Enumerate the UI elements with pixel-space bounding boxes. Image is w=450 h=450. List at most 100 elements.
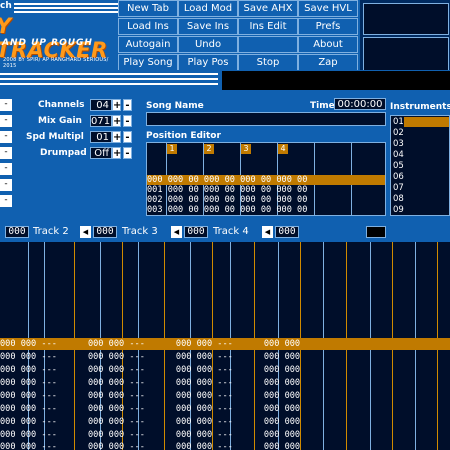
drumpad-minus-button[interactable]: - <box>123 147 132 159</box>
stop-button[interactable]: Stop <box>238 54 298 71</box>
pattern-row[interactable]: 000 000 --- 000 000 --- 000 000 --- 000 … <box>0 403 450 415</box>
track-marker[interactable]: 2 <box>204 144 214 154</box>
position-editor[interactable]: 1 2 3 4 000 000 00 000 00 000 00 000 00 … <box>146 142 386 216</box>
ins-edit-button[interactable]: Ins Edit <box>238 18 298 35</box>
drumpad-value: Off <box>90 147 112 159</box>
track-3-mute-icon[interactable]: ◀ <box>80 226 91 238</box>
save-ahx-button[interactable]: Save AHX <box>238 0 298 17</box>
song-name-label: Song Name <box>146 101 204 111</box>
time-display: 00:00:00 <box>334 98 386 110</box>
song-name-input[interactable] <box>146 112 386 126</box>
instruments-label: Instruments <box>390 102 450 112</box>
track-4-number[interactable]: 000 <box>275 226 299 238</box>
instrument-item[interactable]: 08 <box>393 194 404 204</box>
pattern-row[interactable]: 000 000 --- 000 000 --- 000 000 --- 000 … <box>0 390 450 402</box>
load-ins-button[interactable]: Load Ins <box>118 18 178 35</box>
left-control-stub[interactable]: - <box>0 163 12 175</box>
mix-gain-plus-button[interactable]: + <box>112 115 121 127</box>
track-marker[interactable]: 4 <box>278 144 288 154</box>
instruments-panel: Instruments 01 02 03 04 05 06 07 08 09 <box>388 92 450 220</box>
instrument-item[interactable]: 09 <box>393 205 404 215</box>
scope-panel <box>360 0 450 72</box>
pattern-row[interactable]: 000 000 --- 000 000 --- 000 000 --- 000 … <box>0 377 450 389</box>
mix-gain-minus-button[interactable]: - <box>123 115 132 127</box>
instrument-item[interactable]: 06 <box>393 172 404 182</box>
speed-multiplier-plus-button[interactable]: + <box>112 131 121 143</box>
logo-credits: 2008 BY SPIR/ AP RANGHARD SERIOUS/ 2015 <box>3 57 109 69</box>
instrument-list[interactable]: 01 02 03 04 05 06 07 08 09 <box>390 115 450 216</box>
logo-subtitle: AND UP ROUGH <box>2 38 93 48</box>
pattern-row[interactable]: 000 000 --- 000 000 --- 000 000 --- 000 … <box>0 416 450 428</box>
left-control-stub[interactable]: - <box>0 99 12 111</box>
track-marker[interactable]: 3 <box>241 144 251 154</box>
pattern-row[interactable]: 000 000 --- 000 000 --- 000 000 --- 000 … <box>0 351 450 363</box>
zap-button[interactable]: Zap <box>298 54 358 71</box>
channels-label: Channels <box>38 100 85 110</box>
position-editor-label: Position Editor <box>146 131 221 141</box>
track-header-bar: 000 Track 2 ◀ 000 Track 3 ◀ 000 Track 4 … <box>0 222 450 242</box>
separator-band <box>0 70 450 92</box>
undo-button[interactable]: Undo <box>178 36 238 53</box>
instrument-item[interactable]: 05 <box>393 161 404 171</box>
left-control-stub[interactable]: - <box>0 131 12 143</box>
record-indicator <box>366 226 386 238</box>
channels-minus-button[interactable]: - <box>123 99 132 111</box>
speed-multiplier-minus-button[interactable]: - <box>123 131 132 143</box>
pattern-editor[interactable]: 000 000 --- 000 000 --- 000 000 --- 000 … <box>0 242 450 450</box>
logo-stripe <box>14 11 118 13</box>
logo-stripe <box>14 7 118 9</box>
status-bar <box>222 71 450 90</box>
left-control-stub[interactable]: - <box>0 195 12 207</box>
empty-button[interactable] <box>238 36 298 53</box>
track-1-number[interactable]: 000 <box>5 226 29 238</box>
logo-stripe <box>14 3 118 5</box>
autogain-button[interactable]: Autogain <box>118 36 178 53</box>
prefs-button[interactable]: Prefs <box>298 18 358 35</box>
instrument-item[interactable]: 02 <box>393 128 404 138</box>
position-row[interactable]: 001 000 00 000 00 000 00 000 00 <box>147 185 385 195</box>
pattern-row-current[interactable]: 000 000 --- 000 000 --- 000 000 --- 000 … <box>0 338 450 350</box>
track-3-number[interactable]: 000 <box>184 226 208 238</box>
instrument-item[interactable]: 07 <box>393 183 404 193</box>
load-mod-button[interactable]: Load Mod <box>178 0 238 17</box>
track-4-mute-icon[interactable]: ◀ <box>171 226 182 238</box>
left-control-stub[interactable]: - <box>0 115 12 127</box>
track-2-name: Track 2 <box>33 226 69 237</box>
band-stripe <box>0 78 218 80</box>
channels-plus-button[interactable]: + <box>112 99 121 111</box>
about-button[interactable]: About <box>298 36 358 53</box>
band-stripe <box>0 73 218 75</box>
left-control-stub[interactable]: - <box>0 179 12 191</box>
play-pos-button[interactable]: Play Pos <box>178 54 238 71</box>
speed-multiplier-label: Spd Multipl <box>26 132 84 142</box>
pattern-row[interactable]: 000 000 --- 000 000 --- 000 000 --- 000 … <box>0 429 450 441</box>
drumpad-plus-button[interactable]: + <box>112 147 121 159</box>
instrument-selection-highlight <box>404 117 449 127</box>
logo-corner-text: ch <box>0 1 12 11</box>
track-4-name: Track 4 <box>213 226 249 237</box>
position-row[interactable]: 002 000 00 000 00 000 00 000 00 <box>147 195 385 205</box>
save-ins-button[interactable]: Save Ins <box>178 18 238 35</box>
pattern-row[interactable]: 000 000 --- 000 000 --- 000 000 --- 000 … <box>0 364 450 376</box>
left-control-stub[interactable]: - <box>0 147 12 159</box>
position-row[interactable]: 000 000 00 000 00 000 00 000 00 <box>147 175 385 185</box>
track-5-mute-icon[interactable]: ◀ <box>262 226 273 238</box>
save-hvl-button[interactable]: Save HVL <box>298 0 358 17</box>
track-2-number[interactable]: 000 <box>93 226 117 238</box>
new-tab-button[interactable]: New Tab <box>118 0 178 17</box>
song-settings-area: - - - - - - - Channels 04 + - Mix Gain 0… <box>0 92 450 220</box>
instrument-item[interactable]: 03 <box>393 139 404 149</box>
mix-gain-label: Mix Gain <box>38 116 82 126</box>
scope-display-top <box>363 3 449 35</box>
track-3-name: Track 3 <box>122 226 158 237</box>
play-song-button[interactable]: Play Song <box>118 54 178 71</box>
position-row[interactable]: 003 000 00 000 00 000 00 000 00 <box>147 205 385 215</box>
pattern-row[interactable]: 000 000 --- 000 000 --- 000 000 --- 000 … <box>0 441 450 450</box>
track-marker[interactable]: 1 <box>167 144 177 154</box>
scope-display-bottom <box>363 37 449 71</box>
instrument-item[interactable]: 04 <box>393 150 404 160</box>
band-stripe <box>0 83 218 85</box>
instrument-item[interactable]: 01 <box>393 117 404 127</box>
drumpad-label: Drumpad <box>40 148 87 158</box>
mix-gain-value: 071 <box>90 115 112 127</box>
